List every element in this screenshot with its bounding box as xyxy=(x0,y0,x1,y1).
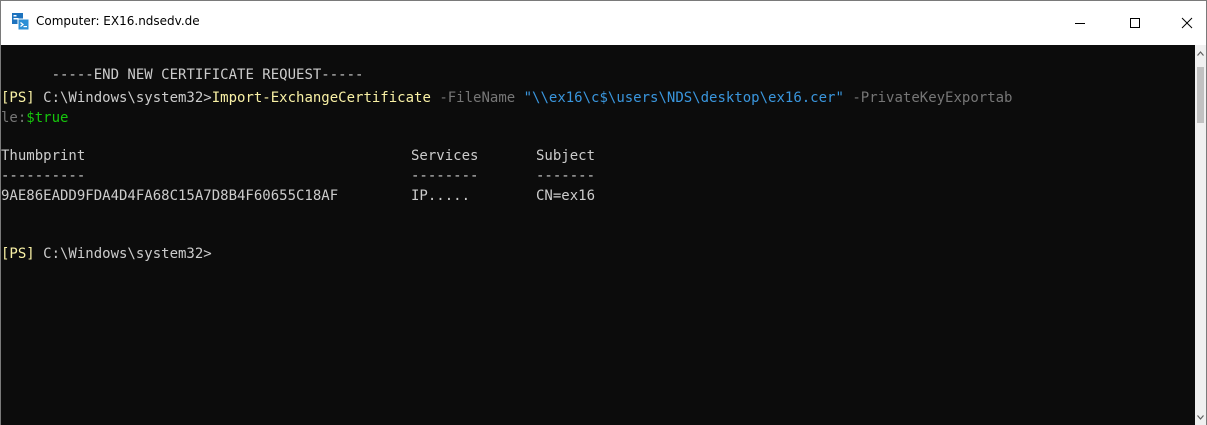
header-services: Services xyxy=(411,148,479,164)
exportable-parameter: -PrivateKeyExportab xyxy=(843,90,1013,106)
row-services: IP..... xyxy=(411,188,471,204)
command-line: [PS] C:\Windows\system32>Import-Exchange… xyxy=(1,88,1012,108)
final-prompt-line: [PS] C:\Windows\system32> xyxy=(1,244,212,264)
maximize-icon xyxy=(1130,18,1140,28)
command-line-wrap: le:$true xyxy=(1,108,68,128)
end-request-text: -----END NEW CERTIFICATE REQUEST----- xyxy=(51,67,364,83)
powershell-remote-icon xyxy=(12,13,29,30)
final-prompt-tag: [PS] xyxy=(1,246,35,262)
maximize-button[interactable] xyxy=(1112,1,1158,45)
close-icon xyxy=(1181,17,1193,29)
filename-parameter: -FileName xyxy=(430,90,524,106)
console-output[interactable]: -----END NEW CERTIFICATE REQUEST----- [P… xyxy=(1,45,1195,425)
prompt-tag: [PS] xyxy=(1,90,35,106)
filename-value: "\\ex16\c$\users\NDS\desktop\ex16.cer" xyxy=(523,90,844,106)
prompt-path: C:\Windows\system32> xyxy=(34,90,212,106)
vertical-scrollbar[interactable] xyxy=(1195,45,1206,425)
cmdlet-name: Import-ExchangeCertificate xyxy=(211,90,431,106)
exportable-parameter-wrap: le: xyxy=(1,110,27,126)
scroll-down-arrow-icon xyxy=(1197,414,1204,420)
final-prompt-path: C:\Windows\system32> xyxy=(34,246,212,262)
scroll-up-arrow-icon xyxy=(1197,50,1204,56)
minimize-button[interactable] xyxy=(1057,1,1103,45)
end-request-line: -----END NEW CERTIFICATE REQUEST----- xyxy=(1,45,364,83)
exportable-value: $true xyxy=(26,110,69,126)
row-thumbprint: 9AE86EADD9FDA4D4FA68C15A7D8B4F60655C18AF xyxy=(1,188,339,204)
separator-services: -------- xyxy=(411,168,479,184)
separator-thumbprint: ---------- xyxy=(1,168,86,184)
scroll-up-button[interactable] xyxy=(1195,45,1206,61)
close-button[interactable] xyxy=(1164,1,1207,45)
console-window: Computer: EX16.ndsedv.de -----END NEW CE… xyxy=(0,0,1207,425)
window-title: Computer: EX16.ndsedv.de xyxy=(36,14,200,28)
header-thumbprint: Thumbprint xyxy=(1,148,86,164)
scroll-down-button[interactable] xyxy=(1195,409,1206,425)
row-subject: CN=ex16 xyxy=(536,188,596,204)
title-bar[interactable]: Computer: EX16.ndsedv.de xyxy=(1,1,1206,45)
scrollbar-thumb[interactable] xyxy=(1197,67,1204,123)
minimize-icon xyxy=(1075,23,1085,24)
separator-subject: ------- xyxy=(536,168,596,184)
header-subject: Subject xyxy=(536,148,596,164)
